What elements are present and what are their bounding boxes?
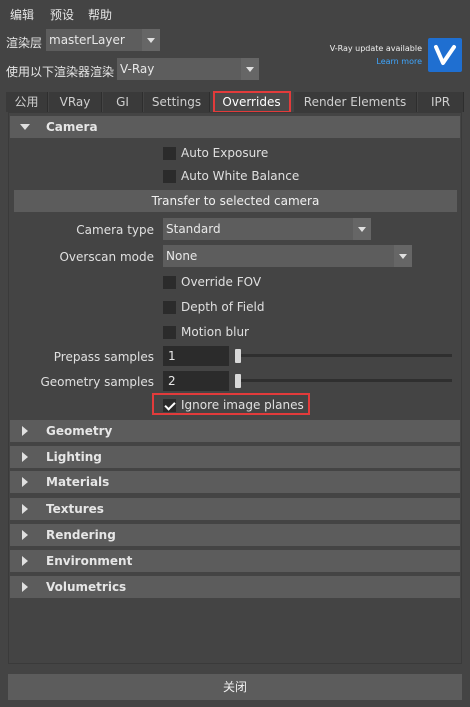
geometry-samples-slider-handle[interactable] xyxy=(235,374,241,388)
section-volumetrics[interactable]: Volumetrics xyxy=(10,576,460,598)
camera-type-dropdown[interactable]: Standard xyxy=(163,218,371,240)
menu-edit[interactable]: 编辑 xyxy=(10,6,34,23)
geometry-samples-input[interactable]: 2 xyxy=(163,371,229,391)
section-volumetrics-label: Volumetrics xyxy=(46,580,127,594)
triangle-right-icon xyxy=(22,556,28,566)
triangle-right-icon xyxy=(22,530,28,540)
menu-presets[interactable]: 预设 xyxy=(50,6,74,23)
triangle-right-icon xyxy=(22,426,28,436)
transfer-to-selected-camera-button[interactable]: Transfer to selected camera xyxy=(14,190,457,212)
section-environment[interactable]: Environment xyxy=(10,550,460,572)
renderer-value: V-Ray xyxy=(120,62,155,76)
section-materials-label: Materials xyxy=(46,475,110,489)
section-geometry[interactable]: Geometry xyxy=(10,420,460,442)
prepass-samples-slider[interactable] xyxy=(238,354,452,357)
camera-type-label: Camera type xyxy=(76,223,154,237)
overscan-mode-value: None xyxy=(166,249,198,263)
override-fov-label: Override FOV xyxy=(181,275,262,289)
auto-exposure-label: Auto Exposure xyxy=(181,146,269,160)
ignore-image-planes-label: Ignore image planes xyxy=(181,398,304,412)
render-layer-dropdown[interactable]: masterLayer xyxy=(46,29,160,51)
motion-blur-label: Motion blur xyxy=(181,325,249,339)
vray-logo-icon[interactable] xyxy=(428,38,462,72)
renderer-dropdown[interactable]: V-Ray xyxy=(117,58,259,80)
menu-bar: 编辑 预设 帮助 xyxy=(0,0,470,28)
section-textures-label: Textures xyxy=(46,502,104,516)
auto-white-balance-checkbox[interactable] xyxy=(163,170,176,183)
section-materials[interactable]: Materials xyxy=(10,471,460,493)
triangle-right-icon xyxy=(22,477,28,487)
section-environment-label: Environment xyxy=(46,554,133,568)
auto-white-balance-label: Auto White Balance xyxy=(181,169,300,183)
tab-settings[interactable]: Settings xyxy=(144,92,210,112)
render-layer-label: 渲染层 xyxy=(6,36,43,50)
section-camera-label: Camera xyxy=(46,120,98,134)
triangle-down-icon xyxy=(20,124,30,130)
geometry-samples-slider[interactable] xyxy=(238,379,452,382)
vray-update-promo: V-Ray update available Learn more xyxy=(302,38,462,74)
learn-more-link[interactable]: Learn more xyxy=(376,57,422,66)
geometry-samples-label: Geometry samples xyxy=(40,375,154,389)
triangle-right-icon xyxy=(22,582,28,592)
camera-type-value: Standard xyxy=(166,222,221,236)
section-camera[interactable]: Camera xyxy=(10,116,460,138)
chevron-down-icon xyxy=(241,58,259,80)
depth-of-field-label: Depth of Field xyxy=(181,300,265,314)
section-geometry-label: Geometry xyxy=(46,424,113,438)
tab-vray[interactable]: VRay xyxy=(49,92,102,112)
section-rendering-label: Rendering xyxy=(46,528,116,542)
overscan-mode-dropdown[interactable]: None xyxy=(163,245,412,267)
prepass-samples-label: Prepass samples xyxy=(53,350,154,364)
renderer-label: 使用以下渲染器渲染 xyxy=(6,65,115,79)
prepass-samples-input[interactable]: 1 xyxy=(163,346,229,366)
overscan-mode-label: Overscan mode xyxy=(59,250,154,264)
triangle-right-icon xyxy=(22,452,28,462)
section-lighting[interactable]: Lighting xyxy=(10,446,460,468)
chevron-down-icon xyxy=(353,218,371,240)
triangle-right-icon xyxy=(22,504,28,514)
depth-of-field-checkbox[interactable] xyxy=(163,301,176,314)
ignore-image-planes-checkbox[interactable] xyxy=(163,399,176,412)
tab-bar: 公用 VRay GI Settings Overrides Render Ele… xyxy=(6,91,464,113)
chevron-down-icon xyxy=(142,29,160,51)
menu-help[interactable]: 帮助 xyxy=(88,6,112,23)
section-rendering[interactable]: Rendering xyxy=(10,524,460,546)
tab-overrides[interactable]: Overrides xyxy=(213,91,291,113)
tab-render-elements[interactable]: Render Elements xyxy=(294,92,417,112)
tab-ipr[interactable]: IPR xyxy=(418,92,464,112)
section-lighting-label: Lighting xyxy=(46,450,102,464)
auto-exposure-checkbox[interactable] xyxy=(163,147,176,160)
chevron-down-icon xyxy=(394,245,412,267)
close-button[interactable]: 关闭 xyxy=(8,674,462,700)
tab-common[interactable]: 公用 xyxy=(6,92,48,112)
prepass-samples-slider-handle[interactable] xyxy=(235,349,241,363)
motion-blur-checkbox[interactable] xyxy=(163,326,176,339)
override-fov-checkbox[interactable] xyxy=(163,276,176,289)
section-textures[interactable]: Textures xyxy=(10,498,460,520)
tab-gi[interactable]: GI xyxy=(103,92,143,112)
vray-update-text: V-Ray update available xyxy=(329,44,422,53)
render-layer-value: masterLayer xyxy=(49,33,125,47)
